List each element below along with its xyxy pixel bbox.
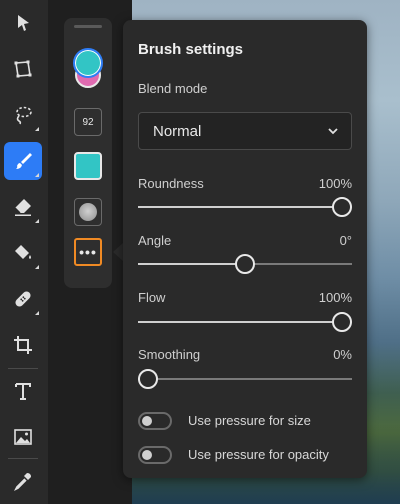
pressure-size-row: Use pressure for size [138, 411, 352, 431]
pressure-size-toggle[interactable] [138, 412, 172, 430]
roundness-label: Roundness [138, 176, 204, 191]
more-settings-button[interactable]: ••• [74, 238, 102, 266]
lasso-tool-button[interactable] [4, 96, 42, 134]
eraser-tool-button[interactable] [4, 188, 42, 226]
transform-icon [14, 60, 32, 78]
angle-label: Angle [138, 233, 172, 248]
select-tool-button[interactable] [4, 4, 42, 42]
crop-icon [14, 336, 32, 354]
eraser-icon [14, 199, 31, 216]
pressure-size-label: Use pressure for size [188, 413, 311, 428]
fill-tool-button[interactable] [4, 234, 42, 272]
color-swatches[interactable] [73, 48, 103, 92]
slider-thumb[interactable] [138, 369, 158, 389]
primary-color-swatch[interactable] [73, 48, 103, 78]
lasso-icon [16, 106, 32, 125]
tool-rail [0, 0, 48, 504]
pressure-opacity-row: Use pressure for opacity [138, 445, 352, 465]
bandage-icon [15, 291, 31, 307]
roundness-value: 100% [318, 176, 352, 191]
submenu-indicator [35, 127, 39, 131]
smoothing-value: 0% [333, 347, 352, 362]
image-icon [14, 429, 32, 445]
angle-slider[interactable] [138, 253, 352, 275]
image-tool-button[interactable] [4, 418, 42, 456]
brush-tip-button[interactable] [74, 198, 102, 226]
submenu-indicator [35, 173, 39, 177]
smoothing-slider[interactable] [138, 368, 352, 390]
tool-options-panel: 92 ••• [64, 18, 112, 288]
type-tool-button[interactable] [4, 372, 42, 410]
slider-thumb[interactable] [332, 312, 352, 332]
pressure-opacity-toggle[interactable] [138, 446, 172, 464]
text-icon [15, 383, 31, 400]
crop-tool-button[interactable] [4, 326, 42, 364]
submenu-indicator [35, 311, 39, 315]
roundness-slider[interactable] [138, 196, 352, 218]
blend-mode-label: Blend mode [138, 81, 208, 96]
drag-handle[interactable] [74, 25, 102, 28]
flow-value: 100% [318, 290, 352, 305]
soft-brush-icon [79, 203, 97, 221]
healing-tool-button[interactable] [4, 280, 42, 318]
blend-mode-value: Normal [153, 123, 202, 140]
transform-tool-button[interactable] [4, 50, 42, 88]
paint-bucket-icon [15, 245, 31, 259]
brush-size-field[interactable]: 92 [74, 108, 102, 136]
more-icon: ••• [79, 244, 97, 260]
rail-divider [8, 368, 38, 369]
angle-value: 0° [339, 233, 352, 248]
eyedropper-icon [13, 473, 31, 492]
flow-slider[interactable] [138, 311, 352, 333]
chevron-down-icon [328, 128, 338, 135]
rail-divider [8, 458, 38, 459]
flow-label: Flow [138, 290, 166, 305]
submenu-indicator [35, 265, 39, 269]
popover-title: Brush settings [138, 41, 244, 58]
submenu-indicator [35, 219, 39, 223]
slider-thumb[interactable] [235, 254, 255, 274]
smoothing-label: Smoothing [138, 347, 201, 362]
slider-thumb[interactable] [332, 197, 352, 217]
brush-icon [16, 153, 32, 169]
brush-settings-popover: Brush settings Blend mode Normal Roundne… [123, 20, 367, 478]
eyedropper-tool-button[interactable] [4, 462, 42, 500]
brush-tool-button[interactable] [4, 142, 42, 180]
pressure-opacity-label: Use pressure for opacity [188, 447, 329, 462]
blend-mode-dropdown[interactable]: Normal [138, 112, 352, 150]
arrow-pointer-icon [18, 15, 29, 31]
brush-color-swatch[interactable] [74, 152, 102, 180]
